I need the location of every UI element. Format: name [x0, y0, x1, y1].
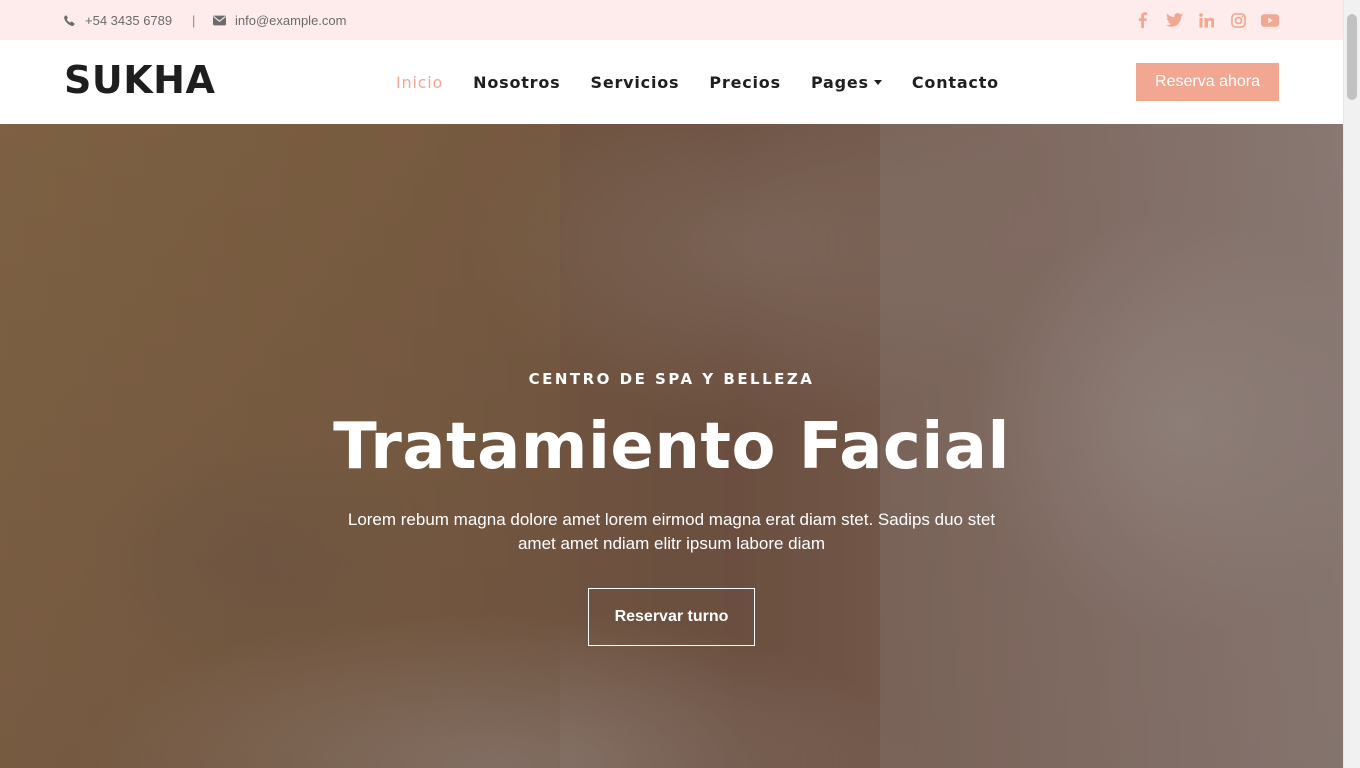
topbar-phone: +54 3435 6789 — [63, 0, 172, 40]
nav-item-nosotros[interactable]: Nosotros — [473, 73, 560, 92]
nav-item-contacto[interactable]: Contacto — [912, 73, 999, 92]
instagram-icon[interactable] — [1229, 11, 1247, 29]
nav-item-servicios[interactable]: Servicios — [591, 73, 680, 92]
caret-down-icon — [873, 79, 882, 85]
hero-title: Tratamiento Facial — [333, 410, 1010, 484]
nav-item-precios[interactable]: Precios — [709, 73, 781, 92]
nav-item-inicio[interactable]: Inicio — [396, 73, 443, 92]
twitter-icon[interactable] — [1165, 11, 1183, 29]
email-text: info@example.com — [235, 12, 347, 28]
nav-item-pages[interactable]: Pages — [811, 73, 882, 92]
linkedin-icon[interactable] — [1197, 11, 1215, 29]
navbar: SUKHA Inicio Nosotros Servicios Precios … — [0, 40, 1343, 124]
main-nav: Inicio Nosotros Servicios Precios Pages … — [396, 40, 1029, 124]
facebook-icon[interactable] — [1133, 11, 1151, 29]
scrollbar-thumb[interactable] — [1347, 14, 1357, 100]
hero-carousel: CENTRO DE SPA Y BELLEZA Tratamiento Faci… — [0, 124, 1343, 768]
topbar-separator: | — [192, 12, 196, 28]
phone-icon — [64, 14, 75, 26]
social-links — [1133, 0, 1279, 40]
envelope-icon — [213, 15, 226, 25]
brand-logo[interactable]: SUKHA — [64, 58, 215, 102]
topbar: +54 3435 6789 | info@example.com — [0, 0, 1343, 40]
nav-item-pages-label: Pages — [810, 72, 869, 92]
scrollbar[interactable] — [1343, 0, 1360, 768]
youtube-icon[interactable] — [1261, 11, 1279, 29]
hero-kicker: CENTRO DE SPA Y BELLEZA — [528, 370, 815, 388]
hero-description: Lorem rebum magna dolore amet lorem eirm… — [347, 510, 996, 553]
page: +54 3435 6789 | info@example.com SUKHA I… — [0, 0, 1343, 768]
reserve-now-button[interactable]: Reserva ahora — [1136, 63, 1279, 101]
phone-text: +54 3435 6789 — [85, 12, 173, 28]
topbar-email: info@example.com — [213, 0, 346, 40]
book-appointment-button[interactable]: Reservar turno — [588, 588, 755, 646]
